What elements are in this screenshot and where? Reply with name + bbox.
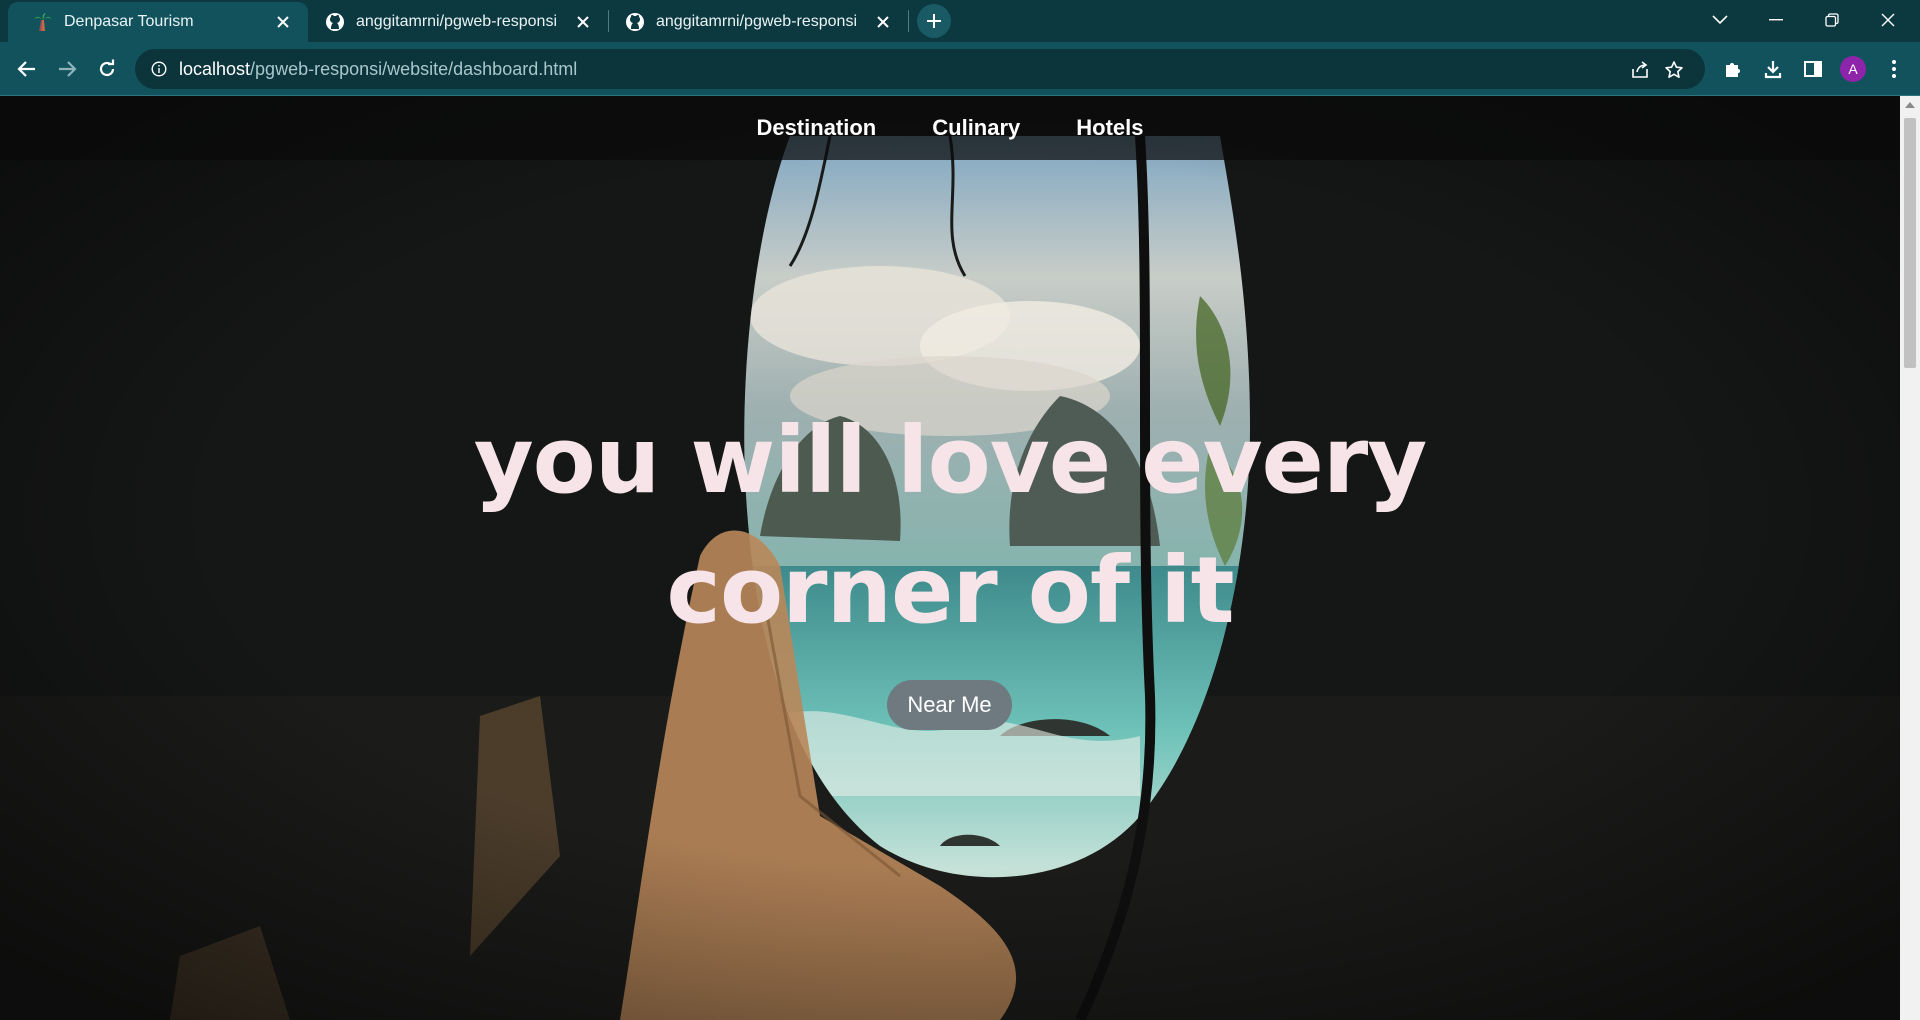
- arrow-right-icon: [59, 61, 77, 77]
- chevron-down-icon: [1712, 15, 1728, 25]
- tab-search-button[interactable]: [1692, 0, 1748, 40]
- star-icon[interactable]: [1663, 59, 1685, 81]
- arrow-left-icon: [17, 61, 35, 77]
- restore-icon: [1825, 13, 1839, 27]
- nav-link-hotels[interactable]: Hotels: [1076, 115, 1143, 141]
- url-path: /pgweb-responsi/website/dashboard.html: [250, 58, 578, 79]
- back-button[interactable]: [10, 52, 44, 86]
- github-icon: [624, 11, 646, 33]
- url-text: localhost/pgweb-responsi/website/dashboa…: [179, 59, 577, 80]
- downloads-button[interactable]: [1756, 52, 1790, 86]
- side-panel-button[interactable]: [1796, 52, 1830, 86]
- close-tab-icon[interactable]: [874, 13, 892, 31]
- tab-title: anggitamrni/pgweb-responsi: [356, 13, 557, 30]
- github-icon: [324, 11, 346, 33]
- kebab-menu-icon: [1892, 60, 1896, 78]
- share-icon[interactable]: [1629, 59, 1651, 81]
- restore-button[interactable]: [1804, 0, 1860, 40]
- tab-strip: Denpasar Tourism anggitamrni/pgweb-respo…: [0, 0, 1920, 42]
- forward-button[interactable]: [50, 52, 84, 86]
- minimize-icon: [1769, 19, 1783, 21]
- profile-avatar[interactable]: A: [1840, 56, 1866, 82]
- download-icon: [1764, 61, 1782, 79]
- page-scrollbar[interactable]: [1900, 96, 1920, 1020]
- minimize-button[interactable]: [1748, 0, 1804, 40]
- tab-github-1[interactable]: anggitamrni/pgweb-responsi: [312, 2, 608, 42]
- url-host: localhost: [179, 58, 251, 79]
- puzzle-icon: [1726, 63, 1740, 77]
- tab-github-2[interactable]: anggitamrni/pgweb-responsi: [612, 2, 908, 42]
- close-icon: [1881, 13, 1895, 27]
- info-icon[interactable]: [149, 59, 169, 79]
- hero-headline-line-1: you will love every: [473, 407, 1428, 514]
- side-panel-icon: [1804, 61, 1822, 77]
- close-window-button[interactable]: [1860, 0, 1916, 40]
- tab-title: anggitamrni/pgweb-responsi: [656, 13, 857, 30]
- page-viewport: Destination Culinary Hotels you will lov…: [0, 96, 1900, 1020]
- extensions-button[interactable]: [1716, 52, 1750, 86]
- tab-separator: [608, 10, 609, 32]
- hero-headline-line-2: corner of it: [666, 537, 1234, 644]
- palm-tree-icon: [32, 11, 54, 33]
- close-tab-icon[interactable]: [574, 13, 592, 31]
- tab-denpasar-tourism[interactable]: Denpasar Tourism: [8, 2, 308, 42]
- close-tab-icon[interactable]: [274, 13, 292, 31]
- hero-headline: you will love every corner of it: [430, 396, 1470, 656]
- nav-link-destination[interactable]: Destination: [756, 115, 876, 141]
- plus-icon: [927, 14, 941, 28]
- tab-separator: [908, 10, 909, 32]
- scroll-up-arrow[interactable]: [1905, 102, 1915, 108]
- tab-title: Denpasar Tourism: [64, 13, 194, 30]
- nav-link-culinary[interactable]: Culinary: [932, 115, 1020, 141]
- address-bar[interactable]: localhost/pgweb-responsi/website/dashboa…: [135, 49, 1705, 89]
- site-navigation: Destination Culinary Hotels: [0, 96, 1900, 160]
- browser-toolbar: localhost/pgweb-responsi/website/dashboa…: [0, 42, 1920, 96]
- menu-button[interactable]: [1877, 52, 1911, 86]
- reload-icon: [99, 59, 115, 77]
- reload-button[interactable]: [90, 52, 124, 86]
- scrollbar-thumb[interactable]: [1904, 118, 1916, 368]
- near-me-button[interactable]: Near Me: [887, 680, 1012, 730]
- new-tab-button[interactable]: [917, 4, 951, 38]
